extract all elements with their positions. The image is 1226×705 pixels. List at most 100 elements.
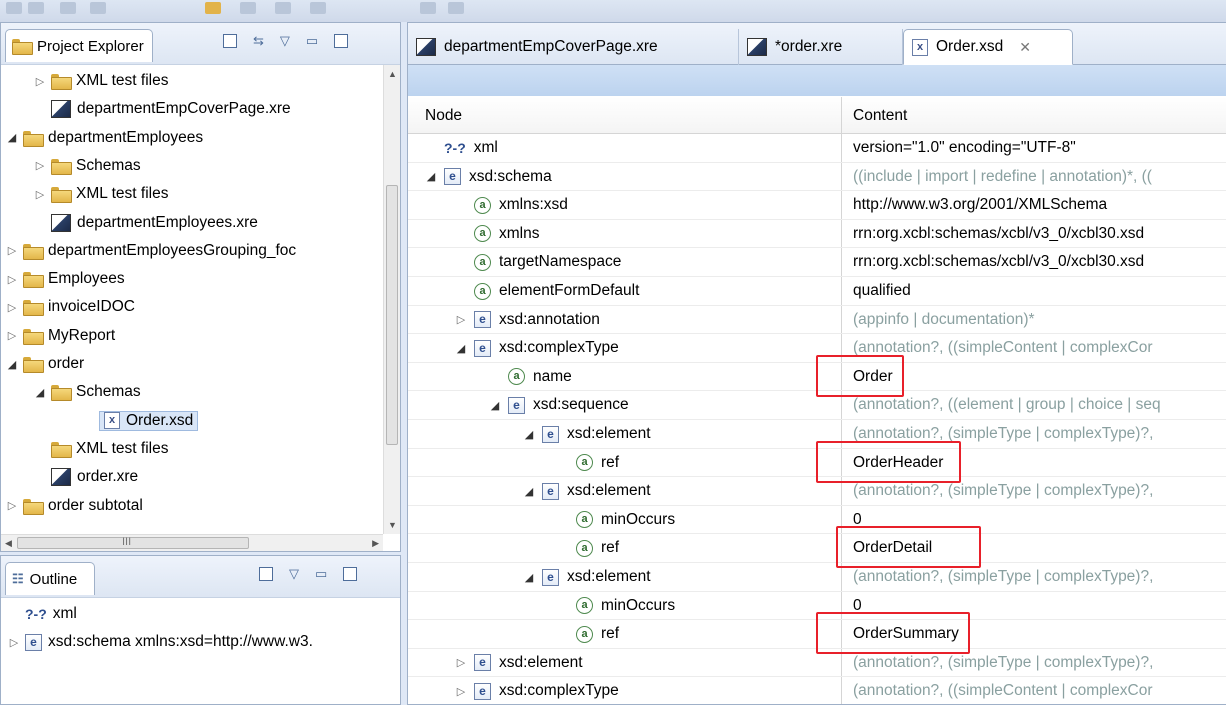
grid-row[interactable]: ◢ e xsd:schema ((include | import | redefin… (408, 163, 1226, 192)
tab-outline[interactable]: ☷ Outline (5, 562, 95, 595)
tree-item[interactable]: ▷ departmentEmployeesGrouping_foc (7, 237, 296, 265)
open-folder-icon[interactable] (205, 2, 221, 14)
view-menu-icon[interactable]: ▽ (289, 566, 299, 582)
scroll-left-icon[interactable]: ◀ (5, 538, 12, 549)
node-cell[interactable]: a name (508, 363, 572, 391)
node-cell[interactable]: a elementFormDefault (474, 277, 639, 305)
node-cell[interactable]: ◢ e xsd:element (524, 420, 651, 448)
scroll-up-icon[interactable]: ▲ (388, 69, 397, 79)
content-cell[interactable]: Order (853, 363, 1225, 391)
toolbar-button[interactable] (60, 2, 76, 14)
tree-item[interactable]: ◢ departmentEmployees (7, 124, 203, 152)
collapse-arrow-icon[interactable]: ◢ (524, 571, 534, 584)
node-cell[interactable]: ◢ e xsd:element (524, 477, 651, 505)
node-cell[interactable]: a xmlns:xsd (474, 191, 568, 219)
expand-arrow-icon[interactable]: ▷ (7, 244, 17, 257)
column-header-node[interactable]: Node (425, 107, 462, 125)
tree-item[interactable]: ▷ invoiceIDOC (7, 293, 135, 321)
grid-row[interactable]: ▷ e xsd:element (annotation?, (simpleType |… (408, 649, 1226, 678)
content-cell[interactable]: version="1.0" encoding="UTF-8" (853, 134, 1225, 162)
grid-row[interactable]: a targetNamespace rrn:org.xcbl:schemas/xcb… (408, 248, 1226, 277)
tab-project-explorer[interactable]: Project Explorer (5, 29, 153, 62)
maximize-icon[interactable] (343, 567, 358, 581)
node-cell[interactable]: a minOccurs (576, 506, 675, 534)
expand-arrow-icon[interactable]: ▷ (9, 636, 19, 649)
tree-item[interactable]: ▷ order subtotal (7, 492, 143, 520)
grid-row[interactable]: a ref OrderDetail (408, 534, 1226, 563)
content-cell[interactable]: (annotation?, ((simpleContent | complexC… (853, 677, 1225, 705)
tree-item[interactable]: ▷ MyReport (7, 322, 115, 350)
content-cell[interactable]: (annotation?, (simpleType | complexType)… (853, 563, 1225, 591)
tree-item-content[interactable]: departmentEmployees.xre (51, 213, 258, 232)
toolbar-button[interactable] (420, 2, 436, 14)
grid-row[interactable]: ▷ e xsd:annotation (appinfo | documentation… (408, 306, 1226, 335)
node-cell[interactable]: ▷ e xsd:complexType (456, 677, 619, 705)
collapse-arrow-icon[interactable]: ◢ (426, 170, 436, 183)
collapse-arrow-icon[interactable]: ◢ (7, 358, 17, 371)
collapse-arrow-icon[interactable]: ◢ (490, 399, 500, 412)
node-cell[interactable]: a ref (576, 534, 619, 562)
tree-item-content[interactable]: departmentEmployees (23, 129, 203, 147)
content-cell[interactable]: rrn:org.xcbl:schemas/xcbl/v3_0/xcbl30.xs… (853, 248, 1225, 276)
grid-row[interactable]: ◢ e xsd:sequence (annotation?, ((element | … (408, 391, 1226, 420)
grid-row[interactable]: ?-? xml version="1.0" encoding="UTF-8" (408, 134, 1226, 163)
minimize-icon[interactable]: ▭ (315, 566, 327, 582)
tree-item[interactable]: ▷ Schemas (35, 152, 141, 180)
tree-item-content[interactable]: Schemas (51, 157, 141, 175)
content-cell[interactable]: (annotation?, ((simpleContent | complexC… (853, 334, 1225, 362)
collapse-arrow-icon[interactable]: ◢ (35, 386, 45, 399)
content-cell[interactable]: (annotation?, (simpleType | complexType)… (853, 649, 1225, 677)
expand-arrow-icon[interactable]: ▷ (35, 159, 45, 172)
tree-item-content[interactable]: order subtotal (23, 497, 143, 515)
content-cell[interactable]: http://www.w3.org/2001/XMLSchema (853, 191, 1225, 219)
grid-row[interactable]: a xmlns rrn:org.xcbl:schemas/xcbl/v3_0/xcb… (408, 220, 1226, 249)
tree-item[interactable]: departmentEmpCoverPage.xre (35, 95, 291, 123)
collapse-all-icon[interactable] (259, 567, 273, 581)
expand-arrow-icon[interactable]: ▷ (7, 499, 17, 512)
maximize-icon[interactable] (334, 34, 349, 48)
node-cell[interactable]: ◢ e xsd:complexType (456, 334, 619, 362)
tree-item-content[interactable]: invoiceIDOC (23, 298, 135, 317)
node-cell[interactable]: a ref (576, 620, 619, 648)
tree-item-content[interactable]: Schemas (51, 383, 141, 402)
scroll-down-icon[interactable]: ▼ (388, 520, 397, 530)
minimize-icon[interactable]: ▭ (306, 33, 318, 49)
editor-tab[interactable]: *order.xre (739, 29, 903, 65)
expand-arrow-icon[interactable]: ▷ (456, 313, 466, 326)
collapse-arrow-icon[interactable]: ◢ (456, 342, 466, 355)
link-with-editor-icon[interactable]: ⇆ (253, 33, 264, 49)
tree-item-content[interactable]: departmentEmpCoverPage.xre (51, 100, 291, 119)
tree-item-content[interactable]: XML test files (51, 440, 168, 458)
node-cell[interactable]: a xmlns (474, 220, 539, 248)
tree-item-content[interactable]: order.xre (51, 468, 138, 487)
tree-item-content[interactable]: XML test files (51, 72, 168, 90)
expand-arrow-icon[interactable]: ▷ (7, 301, 17, 314)
node-cell[interactable]: ?-? xml (426, 134, 498, 162)
content-cell[interactable]: rrn:org.xcbl:schemas/xcbl/v3_0/xcbl30.xs… (853, 220, 1225, 248)
tree-item[interactable]: departmentEmployees.xre (35, 209, 258, 237)
node-cell[interactable]: ▷ e xsd:annotation (456, 306, 600, 334)
tree-item-content[interactable]: XML test files (51, 185, 168, 204)
grid-row[interactable]: ▷ e xsd:complexType (annotation?, ((simpleC… (408, 677, 1226, 705)
tree-item[interactable]: ▷ Employees (7, 265, 125, 293)
tree-item-content[interactable]: order (23, 355, 84, 373)
expand-arrow-icon[interactable]: ▷ (35, 188, 45, 201)
toolbar-button[interactable] (28, 2, 44, 14)
tree-item-content[interactable]: MyReport (23, 327, 115, 345)
horizontal-scrollbar[interactable]: ◀ III ▶ (1, 534, 383, 551)
grid-row[interactable]: a xmlns:xsd http://www.w3.org/2001/XMLSche… (408, 191, 1226, 220)
grid-row[interactable]: a minOccurs 0 (408, 506, 1226, 535)
content-cell[interactable]: (annotation?, (simpleType | complexType)… (853, 477, 1225, 505)
tree-item[interactable]: XML test files (35, 435, 168, 463)
editor-tab[interactable]: x Order.xsd ✕ (903, 29, 1073, 65)
toolbar-button[interactable] (310, 2, 326, 14)
tree-item[interactable]: ◢ Schemas (35, 378, 141, 406)
vertical-scrollbar[interactable]: ▲ ▼ (383, 65, 400, 534)
scroll-thumb[interactable] (386, 185, 398, 445)
toolbar-button[interactable] (6, 2, 22, 14)
expand-arrow-icon[interactable]: ▷ (456, 656, 466, 669)
collapse-arrow-icon[interactable]: ◢ (7, 131, 17, 144)
close-icon[interactable]: ✕ (1019, 39, 1031, 56)
node-cell[interactable]: a targetNamespace (474, 248, 621, 276)
tree-item-content[interactable]: departmentEmployeesGrouping_foc (23, 242, 296, 260)
